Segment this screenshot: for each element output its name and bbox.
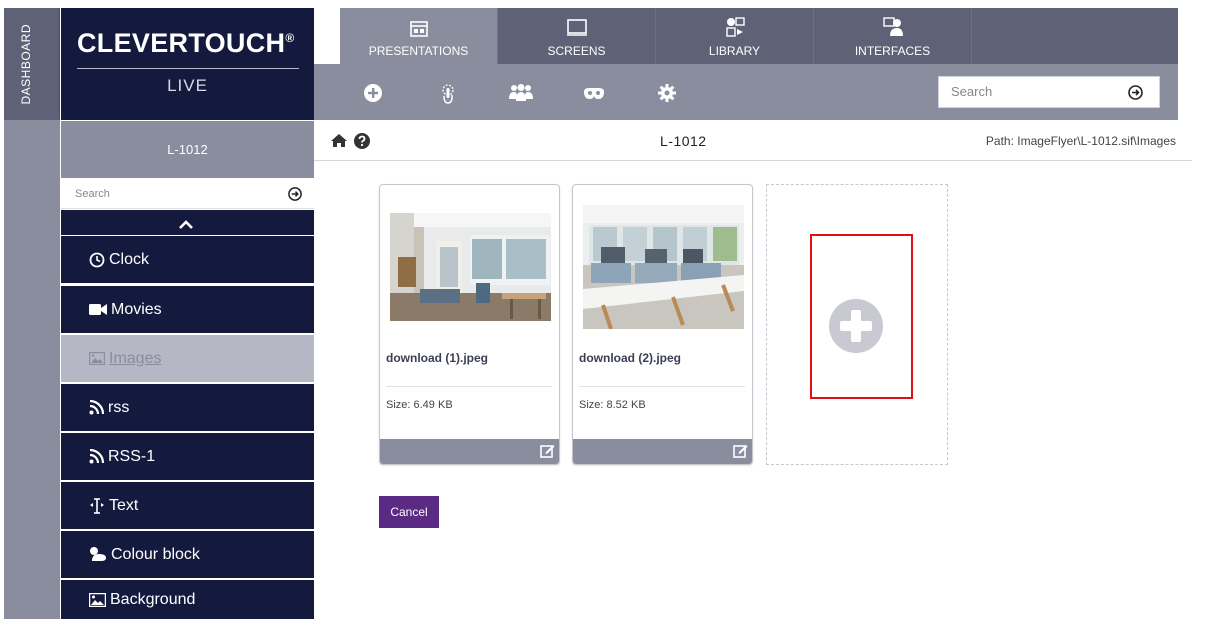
menu-item-rss-1-label: RSS-1 — [108, 447, 156, 465]
picture-icon — [89, 592, 106, 607]
chevron-up-icon[interactable] — [179, 217, 193, 235]
cancel-button[interactable]: Cancel — [379, 496, 439, 528]
image-thumbnail — [390, 213, 551, 321]
rss-icon — [89, 400, 104, 415]
top-search-input[interactable] — [951, 84, 1111, 99]
file-name: download (2).jpeg — [579, 351, 681, 365]
left-menu-search-input[interactable] — [75, 188, 255, 200]
rss-icon — [89, 449, 104, 464]
path-label: Path: ImageFlyer\L-1012.sif\Images — [985, 134, 1176, 148]
text-cursor-icon — [89, 497, 105, 515]
interfaces-icon — [882, 17, 903, 40]
users-icon[interactable] — [509, 84, 533, 107]
touch-icon[interactable] — [440, 84, 456, 109]
menu-item-colour-block-label: Colour block — [111, 545, 200, 563]
left-menu-header: L-1012 — [61, 121, 314, 178]
clock-icon — [89, 252, 105, 268]
brand-name: CLEVERTOUCH® — [77, 28, 295, 58]
top-search[interactable] — [938, 76, 1160, 108]
help-icon[interactable] — [354, 133, 370, 154]
menu-item-rss-label: rss — [108, 398, 130, 416]
image-card[interactable]: download (1).jpeg Size: 6.49 KB — [379, 184, 560, 465]
menu-item-movies-label: Movies — [111, 300, 162, 318]
menu-item-text-label: Text — [109, 496, 139, 514]
toolbar — [314, 64, 1178, 120]
page-title: L-1012 — [660, 133, 707, 149]
tab-interfaces-label: INTERFACES — [854, 44, 931, 58]
presentation-icon — [409, 21, 428, 40]
card-divider — [579, 386, 745, 387]
menu-item-text[interactable]: Text — [61, 482, 314, 529]
menu-item-images-label: Images — [109, 349, 162, 367]
file-name: download (1).jpeg — [386, 351, 488, 365]
dashboard-strip[interactable]: DASHBOARD — [4, 8, 60, 619]
card-divider — [386, 386, 552, 387]
menu-item-colour-block[interactable]: Colour block — [61, 531, 314, 578]
edit-icon[interactable] — [540, 443, 555, 463]
menu-scroll-up[interactable] — [61, 210, 314, 235]
menu-item-background[interactable]: Background — [61, 580, 314, 619]
edit-icon[interactable] — [733, 443, 748, 463]
menu-item-clock-label: Clock — [109, 250, 150, 268]
left-menu-search[interactable] — [61, 180, 314, 209]
add-image-icon[interactable] — [829, 299, 883, 358]
paint-icon — [89, 547, 107, 562]
menu-item-clock[interactable]: Clock — [61, 236, 314, 283]
card-footer — [380, 439, 559, 464]
tab-presentations-label: PRESENTATIONS — [368, 44, 469, 58]
menu-item-background-label: Background — [110, 590, 196, 608]
menu-item-images[interactable]: Images — [61, 335, 314, 382]
dashboard-lower — [4, 120, 60, 619]
home-icon[interactable] — [330, 133, 348, 153]
tab-screens-label: SCREENS — [547, 44, 606, 58]
brand-subtitle: LIVE — [167, 76, 208, 95]
tab-library-label: LIBRARY — [708, 44, 761, 58]
file-size: Size: 6.49 KB — [386, 399, 453, 411]
dashboard-tab[interactable]: DASHBOARD — [4, 8, 60, 119]
search-go-icon[interactable] — [1128, 85, 1143, 105]
menu-item-rss[interactable]: rss — [61, 384, 314, 431]
card-footer — [573, 439, 752, 464]
dashboard-label: DASHBOARD — [19, 24, 33, 105]
tab-presentations[interactable]: PRESENTATIONS — [340, 8, 498, 64]
file-size: Size: 8.52 KB — [579, 399, 646, 411]
video-camera-icon — [89, 303, 107, 316]
library-icon — [725, 17, 745, 40]
tab-library[interactable]: LIBRARY — [656, 8, 814, 64]
tab-interfaces[interactable]: INTERFACES — [814, 8, 972, 64]
menu-item-movies[interactable]: Movies — [61, 286, 314, 333]
image-icon — [89, 352, 105, 365]
gear-icon[interactable] — [658, 84, 676, 107]
tab-screens[interactable]: SCREENS — [498, 8, 656, 64]
brand-divider — [77, 68, 299, 69]
app-root: DASHBOARD CLEVERTOUCH® LIVE PRESENTATION… — [0, 0, 1206, 619]
monitor-icon — [566, 19, 588, 40]
image-card[interactable]: download (2).jpeg Size: 8.52 KB — [572, 184, 753, 465]
image-thumbnail — [583, 205, 744, 329]
menu-item-rss-1[interactable]: RSS-1 — [61, 433, 314, 480]
left-search-go-icon[interactable] — [288, 187, 302, 206]
top-nav: PRESENTATIONS SCREENS LIBRARY INTERFACES — [340, 8, 1178, 64]
content-header: L-1012 Path: ImageFlyer\L-1012.sif\Image… — [314, 121, 1192, 161]
brand-logo: CLEVERTOUCH® LIVE — [61, 8, 314, 120]
plus-circle-icon[interactable] — [364, 84, 382, 107]
mask-icon[interactable] — [584, 84, 604, 105]
